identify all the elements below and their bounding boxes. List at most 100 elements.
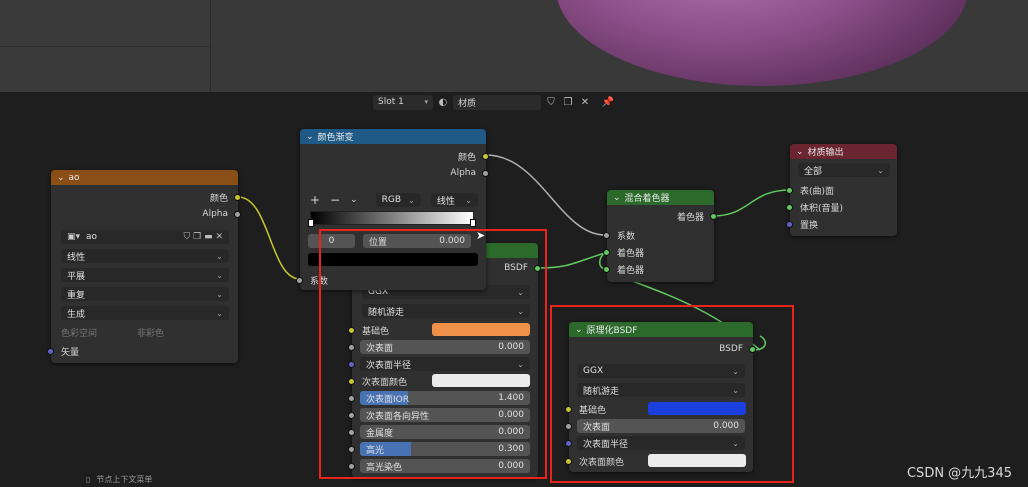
node-header[interactable]: ⌄ ao <box>51 170 238 185</box>
unlink-material-close-icon[interactable]: ✕ <box>578 95 592 109</box>
socket-label: 颜色 <box>457 152 476 163</box>
socket-alpha-out[interactable] <box>234 211 241 218</box>
remove-stop-button[interactable]: − <box>330 193 340 207</box>
chevron-down-icon[interactable]: ⌄ <box>306 132 314 142</box>
socket-label: 体积(音量) <box>800 203 844 214</box>
node-title: 颜色渐变 <box>317 133 354 143</box>
color-mode-dropdown[interactable]: RGB ⌄ <box>375 193 421 207</box>
socket-volume-in[interactable] <box>786 204 793 211</box>
dropdown-value: 线性 <box>67 252 86 263</box>
dropdown-value: 重复 <box>67 290 86 301</box>
chevron-down-icon: ⌄ <box>216 308 223 318</box>
socket-label: 着色器 <box>676 212 704 223</box>
chevron-down-icon: ⌄ <box>216 289 223 299</box>
socket-label: Alpha <box>202 209 228 219</box>
material-name-field[interactable]: 材质 <box>453 94 541 110</box>
pin-icon[interactable]: 📌 <box>601 95 615 109</box>
input-surface: 表(曲)面 <box>790 183 897 197</box>
chevron-down-icon: ⌄ <box>216 270 223 280</box>
input-vector: 矢量 <box>51 344 238 358</box>
highlight-box-left <box>319 229 547 479</box>
chevron-down-icon[interactable]: ⌄ <box>57 173 65 183</box>
colorspace-row: 色彩空间 非彩色 <box>51 325 238 339</box>
socket-label: 系数 <box>617 231 636 242</box>
chevron-down-icon: ▾ <box>424 98 428 106</box>
node-header[interactable]: ⌄ 颜色渐变 <box>300 129 486 144</box>
gradient-bar[interactable] <box>310 211 474 225</box>
mouse-icon: ▯ <box>86 475 91 484</box>
mix-shader-node[interactable]: ⌄ 混合着色器 着色器 系数 着色器 着色器 <box>603 190 717 282</box>
chevron-down-icon: ⌄ <box>408 195 415 205</box>
status-bar: ▯ 节点上下文菜单 <box>86 474 152 485</box>
socket-color-out[interactable] <box>482 153 489 160</box>
interpolation-dropdown[interactable]: 线性 ⌄ <box>61 249 229 263</box>
input-volume: 体积(音量) <box>790 200 897 214</box>
dropdown-value: 平展 <box>67 271 86 282</box>
image-selector[interactable]: ▣▾ ao ⛉ ❐ ▬ ✕ <box>61 230 229 244</box>
image-texture-node[interactable]: ⌄ ao 颜色 Alpha ▣▾ ao ⛉ ❐ ▬ ✕ 线性 ⌄ 平展 ⌄ 重复 ⌄ … <box>47 170 241 363</box>
viewport-left-panel <box>0 0 211 92</box>
output-shader: 着色器 <box>607 209 714 223</box>
socket-label: 着色器 <box>617 248 645 259</box>
colorspace-value[interactable]: 非彩色 <box>137 326 164 339</box>
chevron-down-icon: ⌄ <box>877 165 884 175</box>
image-name[interactable]: ao <box>86 232 97 242</box>
input-shader-2: 着色器 <box>607 262 714 276</box>
input-displacement: 置换 <box>790 217 897 231</box>
chevron-down-icon: ⌄ <box>216 251 223 261</box>
image-icon: ▣▾ <box>67 232 81 242</box>
output-alpha: Alpha <box>300 166 486 180</box>
node-title: 材质输出 <box>807 148 844 158</box>
socket-alpha-out[interactable] <box>482 170 489 177</box>
socket-fac-in[interactable] <box>296 277 303 284</box>
dropdown-value: 生成 <box>67 309 86 320</box>
socket-shader2-in[interactable] <box>603 266 610 273</box>
material-output-node[interactable]: ⌄ 材质输出 全部 ⌄ 表(曲)面 体积(音量) 置换 <box>786 144 897 236</box>
socket-label: 表(曲)面 <box>800 186 835 197</box>
dropdown-value: 全部 <box>804 166 823 177</box>
socket-label: 矢量 <box>61 347 80 358</box>
output-alpha: Alpha <box>51 207 238 221</box>
interpolation-dropdown[interactable]: 线性 ⌄ <box>430 193 478 207</box>
chevron-down-icon[interactable]: ⌄ <box>350 195 358 205</box>
chevron-down-icon: ⌄ <box>465 195 472 205</box>
socket-surface-in[interactable] <box>786 187 793 194</box>
socket-color-out[interactable] <box>234 194 241 201</box>
socket-label: 置换 <box>800 220 819 231</box>
source-dropdown[interactable]: 生成 ⌄ <box>61 306 229 320</box>
material-browse-icon[interactable]: ◐ <box>436 95 450 109</box>
socket-fac-in[interactable] <box>603 232 610 239</box>
image-actions[interactable]: ⛉ ❐ ▬ ✕ <box>184 232 223 242</box>
slot-selector[interactable]: Slot 1 ▾ <box>373 94 433 110</box>
output-color: 颜色 <box>300 149 486 163</box>
node-header[interactable]: ⌄ 混合着色器 <box>607 190 714 205</box>
socket-shader-out[interactable] <box>710 213 717 220</box>
input-shader-1: 着色器 <box>607 245 714 259</box>
duplicate-material-icon[interactable]: ❐ <box>561 95 575 109</box>
socket-displacement-in[interactable] <box>786 221 793 228</box>
stop-handle-black[interactable] <box>308 219 314 227</box>
dropdown-value: 线性 <box>436 196 455 207</box>
dropdown-value: RGB <box>381 195 402 205</box>
projection-dropdown[interactable]: 平展 ⌄ <box>61 268 229 282</box>
target-dropdown[interactable]: 全部 ⌄ <box>798 163 890 177</box>
slot-label: Slot 1 <box>378 97 404 107</box>
chevron-down-icon[interactable]: ⌄ <box>613 193 621 203</box>
node-title: ao <box>68 172 80 183</box>
socket-vector-in[interactable] <box>47 348 54 355</box>
node-editor-header: Slot 1 ▾ ◐ 材质 ⛉ ❐ ✕ 📌 <box>373 93 615 111</box>
socket-label: Alpha <box>450 168 476 178</box>
extension-dropdown[interactable]: 重复 ⌄ <box>61 287 229 301</box>
node-header[interactable]: ⌄ 材质输出 <box>790 144 897 159</box>
stop-handle-white[interactable] <box>470 219 476 227</box>
chevron-down-icon[interactable]: ⌄ <box>796 147 804 157</box>
output-color: 颜色 <box>51 190 238 204</box>
fake-user-shield-icon[interactable]: ⛉ <box>544 95 558 109</box>
socket-shader1-in[interactable] <box>603 249 610 256</box>
add-stop-button[interactable]: + <box>310 193 320 207</box>
3d-viewport[interactable] <box>0 0 1028 92</box>
input-fac: 系数 <box>607 228 714 242</box>
watermark: CSDN @九九345 <box>906 466 1012 481</box>
socket-label: 颜色 <box>209 193 228 204</box>
ramp-toolbar: + − ⌄ RGB ⌄ 线性 ⌄ <box>310 193 478 207</box>
